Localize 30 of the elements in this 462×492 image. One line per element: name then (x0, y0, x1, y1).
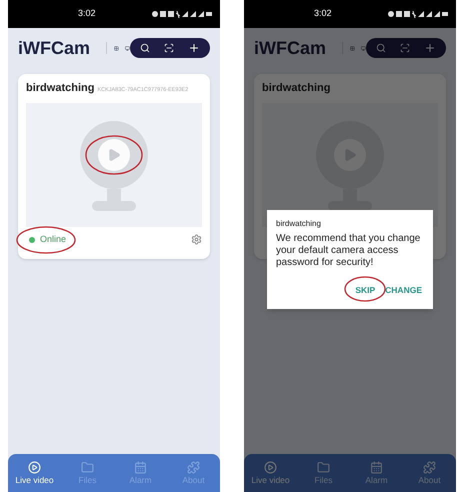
play-icon (28, 460, 41, 474)
dialog-button[interactable]: CHANGE (383, 282, 424, 298)
calendar-icon (370, 460, 383, 474)
status-time: 3:02 (314, 7, 332, 20)
scan-icon[interactable] (164, 43, 174, 53)
nav-tab[interactable]: Files (300, 460, 348, 486)
puzzle-icon (423, 460, 436, 474)
camera-name: birdwatching (262, 81, 330, 96)
status-label: Online (40, 232, 66, 246)
dialog-title: birdwatching (276, 218, 322, 230)
app-title: iWFCam (254, 36, 326, 60)
dialog-message: We recommend that you change your default camera access password for security! (276, 232, 422, 268)
search-icon[interactable] (140, 43, 150, 53)
puzzle-icon (187, 460, 200, 474)
app-title: iWFCam (18, 36, 90, 60)
nav-tab[interactable]: About (406, 460, 454, 486)
folder-icon (81, 460, 94, 474)
play-icon (264, 460, 277, 474)
battery-icon (206, 12, 212, 16)
nav-tab[interactable]: Live video (10, 460, 58, 486)
settings-icon[interactable] (191, 234, 202, 245)
battery-icon (442, 12, 448, 16)
play-icon (107, 148, 121, 162)
camera-name: birdwatching (26, 81, 94, 96)
folder-icon (317, 460, 330, 474)
nav-tab[interactable]: Live video (246, 460, 294, 486)
status-time: 3:02 (78, 7, 96, 20)
add-icon[interactable] (188, 42, 200, 54)
calendar-icon (134, 460, 147, 474)
nav-tab[interactable]: Alarm (352, 460, 400, 486)
